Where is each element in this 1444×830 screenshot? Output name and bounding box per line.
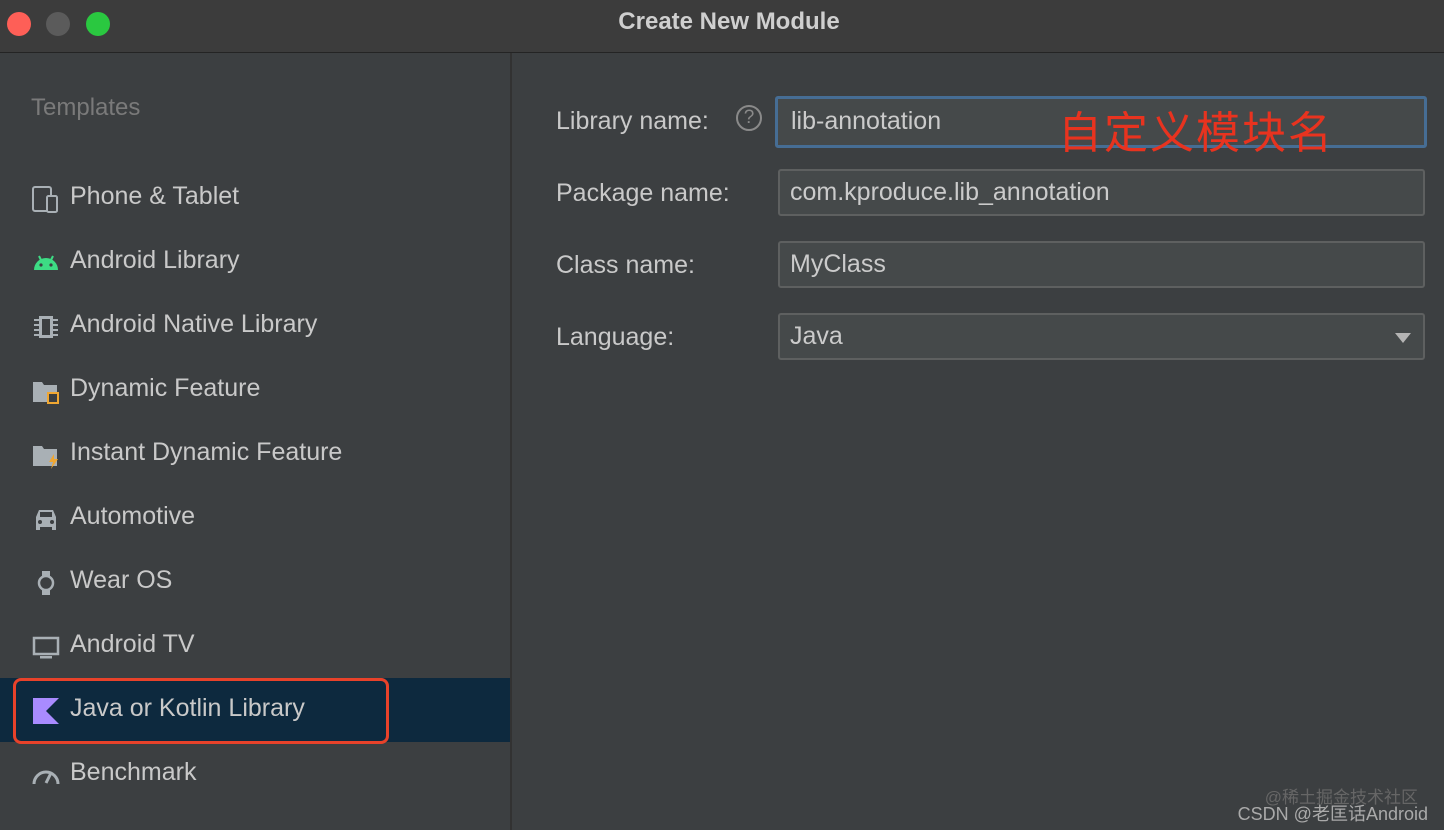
template-label: Benchmark — [70, 758, 197, 786]
package-name-input[interactable]: com.kproduce.lib_annotation — [778, 169, 1425, 216]
template-item-wear-os[interactable]: Wear OS — [0, 550, 510, 614]
language-row: Language: Java — [512, 313, 1444, 363]
template-item-dynamic-feature[interactable]: Dynamic Feature — [0, 358, 510, 422]
library-name-label: Library name: — [556, 107, 709, 135]
kotlin-icon — [33, 698, 59, 724]
template-item-android-library[interactable]: Android Library — [0, 230, 510, 294]
android-icon — [34, 255, 58, 270]
template-label: Phone & Tablet — [70, 182, 240, 210]
chevron-down-icon — [1395, 333, 1411, 343]
class-name-label: Class name: — [556, 251, 695, 279]
template-item-automotive[interactable]: Automotive — [0, 486, 510, 550]
package-name-row: Package name: com.kproduce.lib_annotatio… — [512, 169, 1444, 219]
template-item-android-native-library[interactable]: Android Native Library — [0, 294, 510, 358]
package-name-label: Package name: — [556, 179, 730, 207]
native-chip-icon — [34, 316, 58, 338]
tv-icon — [32, 636, 60, 659]
car-icon — [36, 510, 56, 530]
template-label: Android Native Library — [70, 310, 318, 338]
annotation-text: 自定义模块名 — [1058, 108, 1334, 159]
template-label: Instant Dynamic Feature — [70, 438, 343, 466]
templates-heading: Templates — [31, 94, 141, 121]
module-config-form: Library name: ? lib-annotation Package n… — [512, 53, 1444, 830]
gauge-icon — [32, 770, 60, 785]
title-bar: Create New Module — [0, 0, 1444, 53]
phone-tablet-icon — [32, 186, 58, 213]
templates-list: Phone & Tablet Android Library Android N… — [0, 166, 510, 806]
template-label: Android TV — [70, 630, 195, 658]
template-label: Wear OS — [70, 566, 173, 594]
template-label: Android Library — [70, 246, 240, 274]
template-item-instant-dynamic-feature[interactable]: Instant Dynamic Feature — [0, 422, 510, 486]
class-name-input[interactable]: MyClass — [778, 241, 1425, 288]
template-item-phone-tablet[interactable]: Phone & Tablet — [0, 166, 510, 230]
template-label: Dynamic Feature — [70, 374, 261, 402]
template-label: Automotive — [70, 502, 196, 530]
class-name-row: Class name: MyClass — [512, 241, 1444, 291]
language-selected-value: Java — [790, 322, 843, 350]
template-label: Java or Kotlin Library — [70, 694, 305, 722]
dynamic-feature-folder-icon — [33, 382, 59, 404]
instant-feature-folder-icon — [33, 446, 58, 469]
help-icon[interactable]: ? — [736, 105, 762, 131]
template-item-benchmark[interactable]: Benchmark — [0, 742, 510, 806]
template-item-android-tv[interactable]: Android TV — [0, 614, 510, 678]
template-item-java-kotlin-library[interactable]: Java or Kotlin Library — [0, 678, 510, 742]
window-title: Create New Module — [618, 8, 840, 35]
watch-icon — [37, 571, 55, 595]
language-select[interactable]: Java — [778, 313, 1425, 360]
language-label: Language: — [556, 323, 675, 351]
watermark-csdn: CSDN @老匡话Android — [1237, 804, 1428, 824]
templates-sidebar: Templates Phone & Tablet Android Library — [0, 53, 512, 830]
